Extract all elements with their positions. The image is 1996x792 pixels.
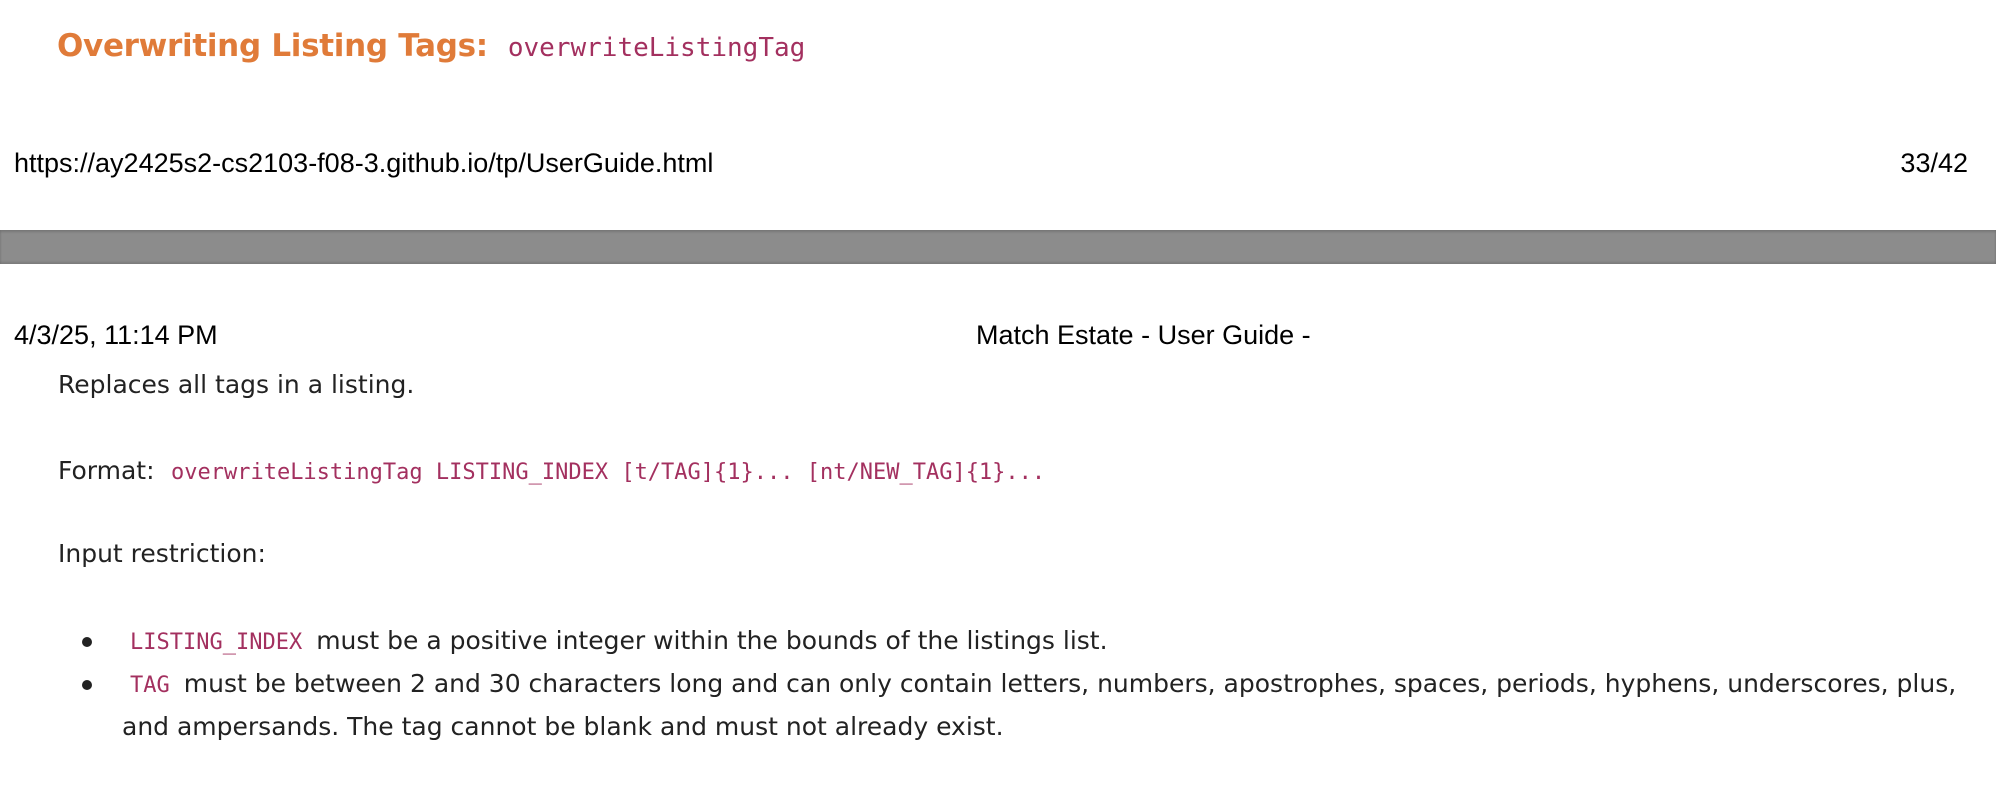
bullet-icon xyxy=(82,637,92,647)
list-item: TAG must be between 2 and 30 characters l… xyxy=(58,663,1958,747)
section-heading-command: overwriteListingTag xyxy=(507,33,806,63)
format-label: Format: xyxy=(58,456,155,485)
format-line: Format: overwriteListingTag LISTING_INDE… xyxy=(58,456,1045,485)
restriction-text: must be a positive integer within the bo… xyxy=(316,626,1108,655)
restriction-list: LISTING_INDEX must be a positive integer … xyxy=(58,620,1958,747)
print-footer-url: https://ay2425s2-cs2103-f08-3.github.io/… xyxy=(14,148,714,178)
print-footer-page-number: 33/42 xyxy=(1900,148,1968,178)
format-code: overwriteListingTag LISTING_INDEX [t/TAG… xyxy=(170,460,1046,485)
bullet-icon xyxy=(82,680,92,690)
restriction-text: must be between 2 and 30 characters long… xyxy=(122,669,1957,741)
page-separator xyxy=(0,230,1996,264)
pdf-page-33: Overwriting Listing Tags: overwriteListi… xyxy=(0,0,1996,230)
section-heading-text: Overwriting Listing Tags: xyxy=(57,28,488,64)
section-heading: Overwriting Listing Tags: overwriteListi… xyxy=(57,28,805,64)
print-header-datetime: 4/3/25, 11:14 PM xyxy=(14,320,218,350)
print-header-title: Match Estate - User Guide - xyxy=(976,320,1311,350)
command-description: Replaces all tags in a listing. xyxy=(58,370,415,399)
input-restriction-label: Input restriction: xyxy=(58,539,266,568)
restriction-code: TAG xyxy=(130,673,170,698)
restriction-code: LISTING_INDEX xyxy=(130,630,303,655)
list-item: LISTING_INDEX must be a positive integer … xyxy=(58,620,1958,663)
